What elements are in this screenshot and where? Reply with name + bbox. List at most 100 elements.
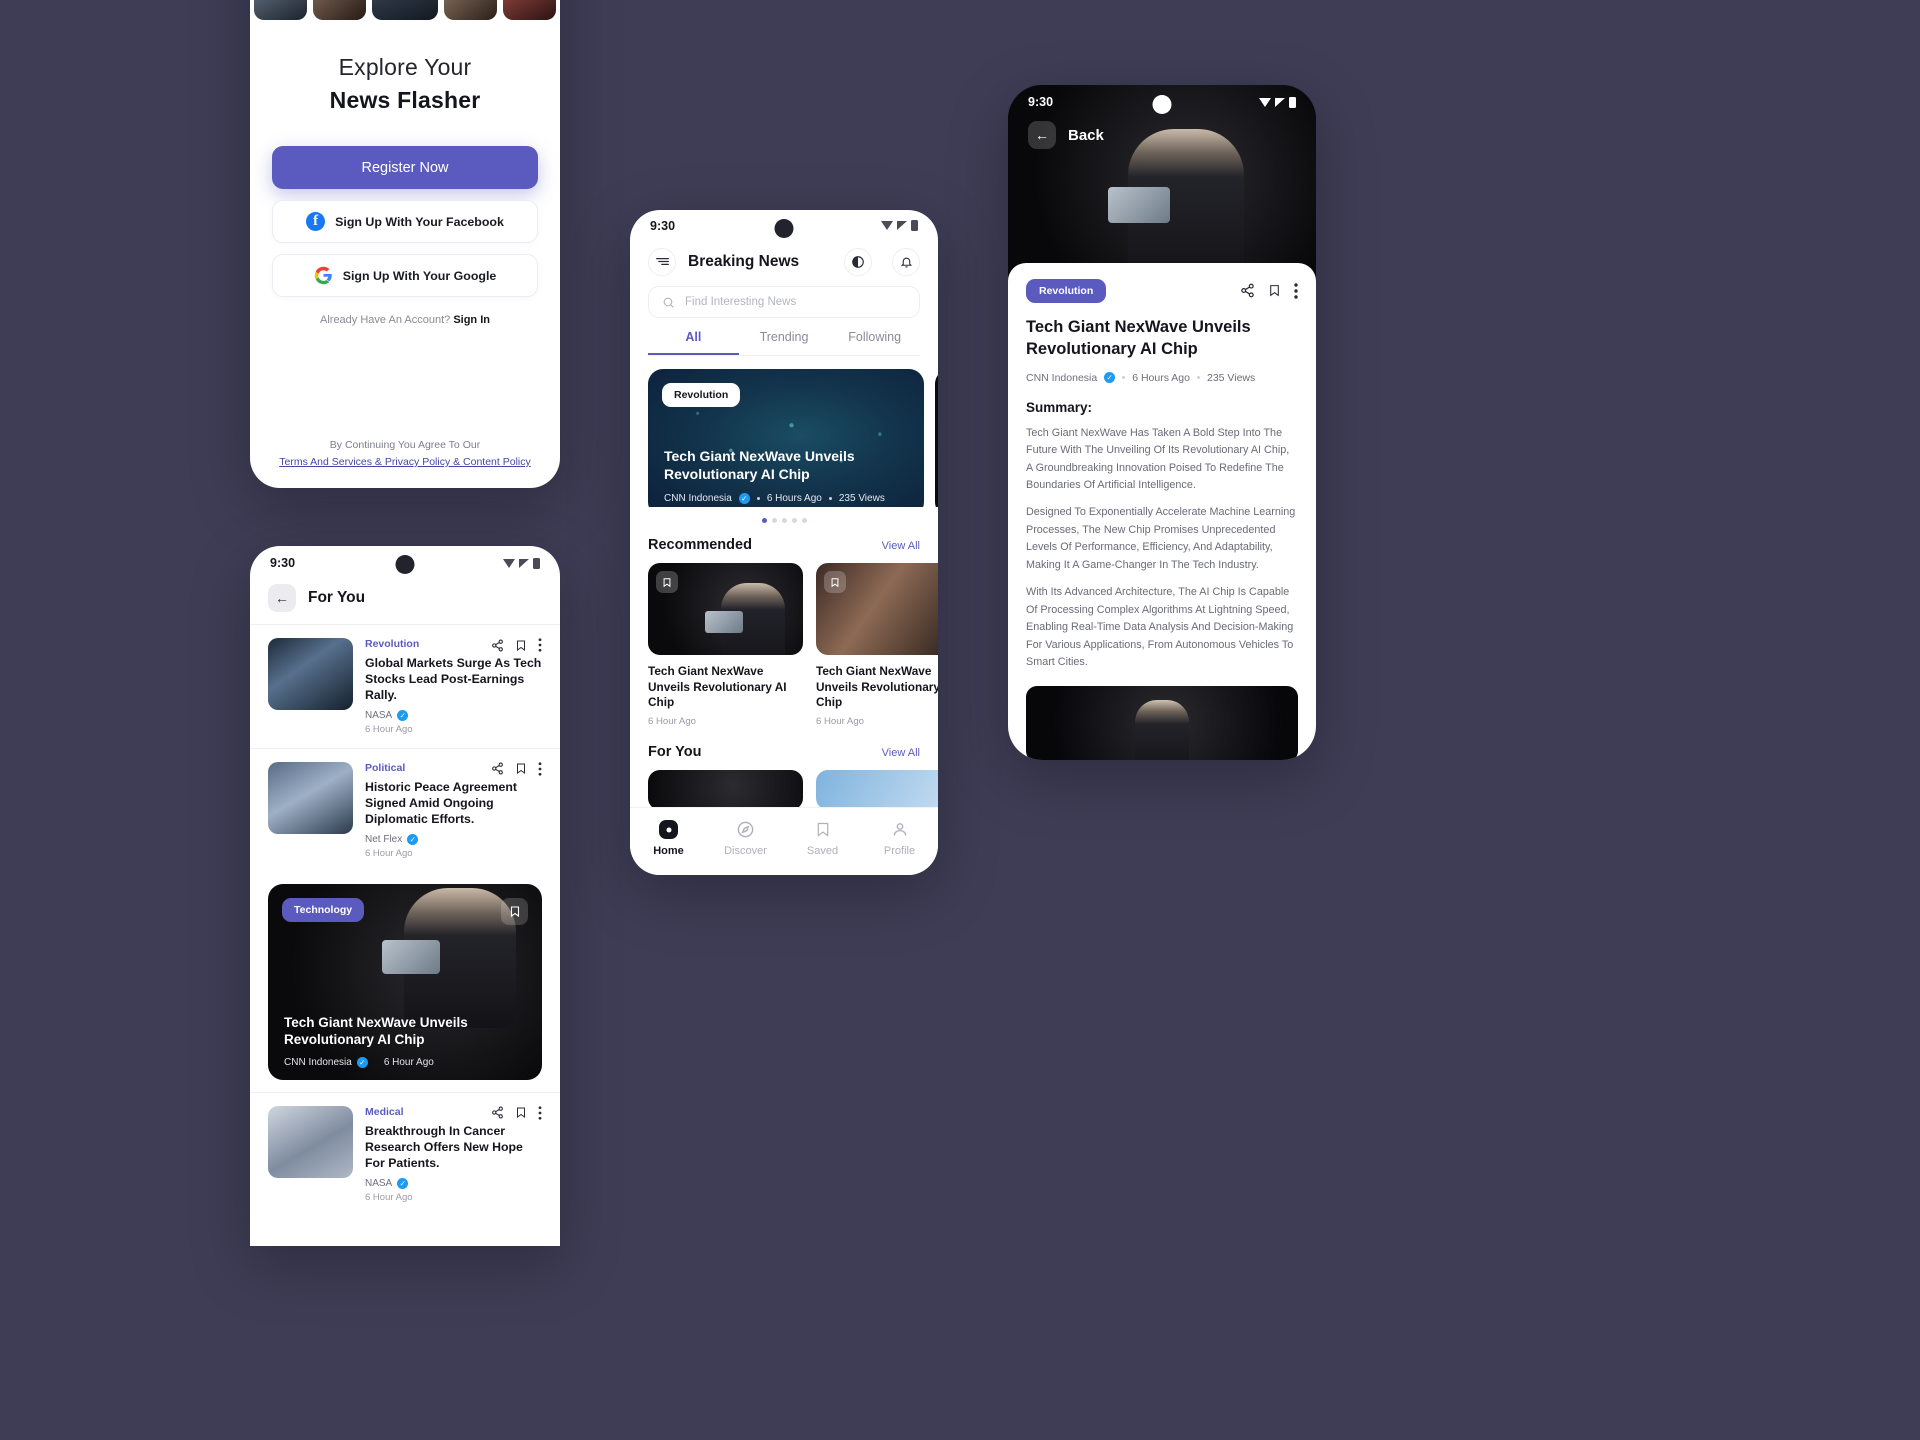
onboarding-thumb bbox=[503, 0, 556, 20]
status-time: 9:30 bbox=[1028, 95, 1054, 109]
news-thumbnail bbox=[268, 638, 353, 710]
notifications-button[interactable] bbox=[892, 247, 920, 276]
search-input[interactable] bbox=[685, 296, 906, 309]
recommended-heading: Recommended bbox=[648, 537, 752, 554]
bookmark-icon[interactable] bbox=[1268, 283, 1281, 298]
tab-trending[interactable]: Trending bbox=[739, 330, 830, 355]
search-bar[interactable] bbox=[648, 285, 920, 319]
detail-title: Tech Giant NexWave Unveils Revolutionary… bbox=[1026, 318, 1251, 358]
onboarding-title-line2: News Flasher bbox=[329, 87, 481, 113]
nav-item-home[interactable]: Home bbox=[630, 820, 707, 857]
hero-card[interactable]: Revolution Tech Giant NexWave Unveils Re… bbox=[648, 369, 924, 508]
hero-card-next[interactable] bbox=[935, 369, 938, 508]
detail-source: CNN Indonesia bbox=[1026, 371, 1098, 384]
nav-label-profile: Profile bbox=[883, 845, 916, 858]
onboarding-screen: Explore Your News Flasher Register Now f… bbox=[250, 0, 560, 488]
bookmark-icon[interactable] bbox=[656, 571, 678, 594]
status-bar: 9:30 bbox=[250, 546, 560, 580]
theme-toggle-button[interactable] bbox=[844, 247, 872, 276]
nav-label-saved: Saved bbox=[806, 845, 839, 858]
summary-paragraph: Tech Giant NexWave Has Taken A Bold Step… bbox=[1026, 426, 1290, 491]
nav-item-profile[interactable]: Profile bbox=[861, 820, 938, 857]
detail-hero-image: 9:30 ← Back bbox=[1008, 85, 1316, 279]
signup-facebook-label: Sign Up With Your Facebook bbox=[335, 214, 504, 229]
back-button[interactable]: ← bbox=[268, 584, 296, 612]
body-image-subject bbox=[1135, 699, 1189, 760]
more-options-icon[interactable] bbox=[1294, 283, 1298, 299]
foryou-card[interactable] bbox=[816, 770, 938, 808]
bookmark-icon bbox=[817, 823, 828, 837]
more-options-icon[interactable] bbox=[538, 762, 542, 776]
recommended-list: Tech Giant NexWave Unveils Revolutionary… bbox=[630, 553, 938, 730]
featured-news-card[interactable]: Technology Tech Giant NexWave Unveils Re… bbox=[268, 883, 542, 1080]
separator-dot bbox=[756, 497, 760, 501]
camera-notch bbox=[395, 555, 415, 574]
home-icon bbox=[659, 820, 678, 840]
hero-image-chip bbox=[1108, 187, 1170, 223]
nav-item-discover[interactable]: Discover bbox=[707, 820, 784, 857]
news-list-item[interactable]: Revolution Global Markets Surge As Tech … bbox=[250, 624, 560, 748]
news-time: 6 Hour Ago bbox=[365, 723, 413, 735]
agreement-text: By Continuing You Agree To Our bbox=[329, 439, 481, 451]
news-time: 6 Hour Ago bbox=[365, 1191, 413, 1203]
back-label: Back bbox=[1068, 126, 1104, 144]
recommended-view-all-link[interactable]: View All bbox=[882, 540, 920, 552]
news-source-label: Net Flex bbox=[365, 833, 403, 845]
signal-icon bbox=[519, 558, 529, 568]
tab-following[interactable]: Following bbox=[829, 330, 920, 355]
recommended-card[interactable]: Tech Giant NexWave Unveils Revolutionary… bbox=[816, 563, 938, 730]
summary-paragraph: With Its Advanced Architecture, The AI C… bbox=[1026, 586, 1294, 669]
more-options-icon[interactable] bbox=[538, 1106, 542, 1120]
foryou-section-header: For You View All bbox=[630, 730, 938, 760]
detail-category-badge: Revolution bbox=[1026, 279, 1107, 303]
news-category: Medical bbox=[365, 1105, 404, 1118]
tab-all[interactable]: All bbox=[648, 330, 739, 356]
detail-meta: CNN Indonesia ✓ 6 Hours Ago 235 Views bbox=[1026, 372, 1298, 384]
facebook-icon: f bbox=[306, 212, 326, 231]
nav-label-discover: Discover bbox=[724, 845, 767, 858]
news-source: NASA ✓ bbox=[365, 1177, 542, 1189]
news-thumbnail bbox=[268, 1105, 353, 1178]
mockup-canvas: Explore Your News Flasher Register Now f… bbox=[0, 0, 1920, 1440]
article-detail-screen: 9:30 ← Back Revolution Tech Giant NexWav… bbox=[1008, 85, 1316, 760]
recommended-time: 6 Hour Ago bbox=[816, 716, 865, 728]
share-icon[interactable] bbox=[491, 1106, 504, 1119]
back-button[interactable]: ← bbox=[1028, 121, 1056, 149]
wifi-icon bbox=[503, 558, 515, 568]
detail-time: 6 Hours Ago bbox=[1132, 371, 1190, 384]
recommended-card[interactable]: Tech Giant NexWave Unveils Revolutionary… bbox=[648, 563, 803, 730]
foryou-view-all-link[interactable]: View All bbox=[882, 747, 920, 759]
foryou-list bbox=[630, 760, 938, 808]
register-now-button[interactable]: Register Now bbox=[272, 146, 538, 189]
hero-views: 235 Views bbox=[838, 493, 885, 505]
news-list-item[interactable]: Medical Breakthrough In Cancer Research … bbox=[250, 1091, 560, 1216]
menu-button[interactable] bbox=[648, 247, 676, 276]
share-icon[interactable] bbox=[491, 762, 504, 775]
foryou-card[interactable] bbox=[648, 770, 803, 808]
signup-google-button[interactable]: Sign Up With Your Google bbox=[272, 254, 538, 297]
share-icon[interactable] bbox=[1240, 283, 1255, 298]
recommended-image bbox=[816, 563, 938, 656]
bookmark-icon[interactable] bbox=[515, 762, 527, 775]
signup-google-label: Sign Up With Your Google bbox=[342, 268, 497, 283]
breaking-appbar: Breaking News bbox=[630, 242, 938, 286]
nav-item-saved[interactable]: Saved bbox=[784, 820, 861, 857]
bookmark-icon[interactable] bbox=[515, 1106, 527, 1119]
verified-badge-icon: ✓ bbox=[397, 1177, 409, 1189]
terms-policy-link[interactable]: Terms And Services & Privacy Policy & Co… bbox=[272, 456, 538, 468]
bookmark-icon[interactable] bbox=[824, 571, 846, 594]
search-icon bbox=[663, 297, 674, 308]
verified-badge-icon: ✓ bbox=[356, 1056, 368, 1068]
bookmark-icon[interactable] bbox=[515, 639, 527, 652]
recommended-image-chip bbox=[705, 611, 743, 634]
more-options-icon[interactable] bbox=[538, 638, 542, 652]
featured-category-badge: Technology bbox=[282, 897, 365, 922]
separator-dot bbox=[1122, 376, 1126, 380]
bookmark-icon[interactable] bbox=[501, 897, 528, 925]
hero-carousel[interactable]: Revolution Tech Giant NexWave Unveils Re… bbox=[630, 356, 938, 508]
signup-facebook-button[interactable]: f Sign Up With Your Facebook bbox=[272, 200, 538, 243]
share-icon[interactable] bbox=[491, 639, 504, 652]
sign-in-link[interactable]: Sign In bbox=[453, 314, 490, 326]
status-bar: 9:30 bbox=[630, 210, 938, 242]
news-list-item[interactable]: Political Historic Peace Agreement Signe… bbox=[250, 747, 560, 872]
